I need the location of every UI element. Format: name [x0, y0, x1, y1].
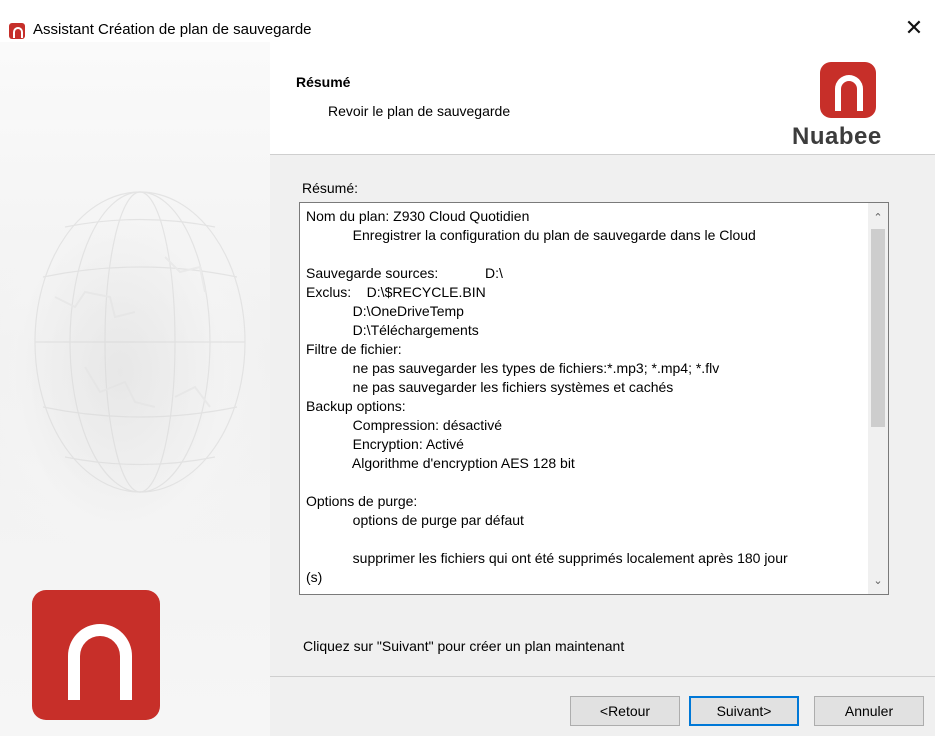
summary-text[interactable]: Nom du plan: Z930 Cloud Quotidien Enregi…	[306, 207, 864, 587]
scroll-thumb[interactable]	[871, 229, 885, 427]
next-button[interactable]: Suivant>	[689, 696, 799, 726]
cancel-button[interactable]: Annuler	[814, 696, 924, 726]
app-icon	[9, 23, 25, 39]
window-title: Assistant Création de plan de sauvegarde	[33, 21, 312, 38]
back-button[interactable]: <Retour	[570, 696, 680, 726]
divider	[270, 676, 935, 677]
brand-name: Nuabee	[792, 123, 882, 150]
instruction-text: Cliquez sur "Suivant" pour créer un plan…	[303, 638, 625, 654]
globe-illustration	[34, 191, 246, 493]
vertical-scrollbar[interactable]: ⌃ ⌄	[868, 203, 888, 594]
nuabee-logo-large	[32, 590, 160, 720]
summary-label: Résumé:	[302, 180, 359, 196]
scroll-up-icon[interactable]: ⌃	[868, 209, 888, 227]
page-title: Résumé	[296, 74, 351, 90]
wizard-header: Résumé Revoir le plan de sauvegarde Nuab…	[270, 42, 935, 155]
page-subtitle: Revoir le plan de sauvegarde	[328, 103, 511, 119]
summary-textbox[interactable]: Nom du plan: Z930 Cloud Quotidien Enregi…	[299, 202, 889, 595]
close-icon[interactable]: ✕	[901, 15, 927, 41]
scroll-down-icon[interactable]: ⌄	[868, 572, 888, 590]
sidebar-banner	[0, 42, 270, 736]
nuabee-logo-icon	[820, 62, 876, 118]
title-bar: Assistant Création de plan de sauvegarde…	[0, 0, 935, 40]
wizard-content: Résumé: Nom du plan: Z930 Cloud Quotidie…	[270, 155, 935, 736]
